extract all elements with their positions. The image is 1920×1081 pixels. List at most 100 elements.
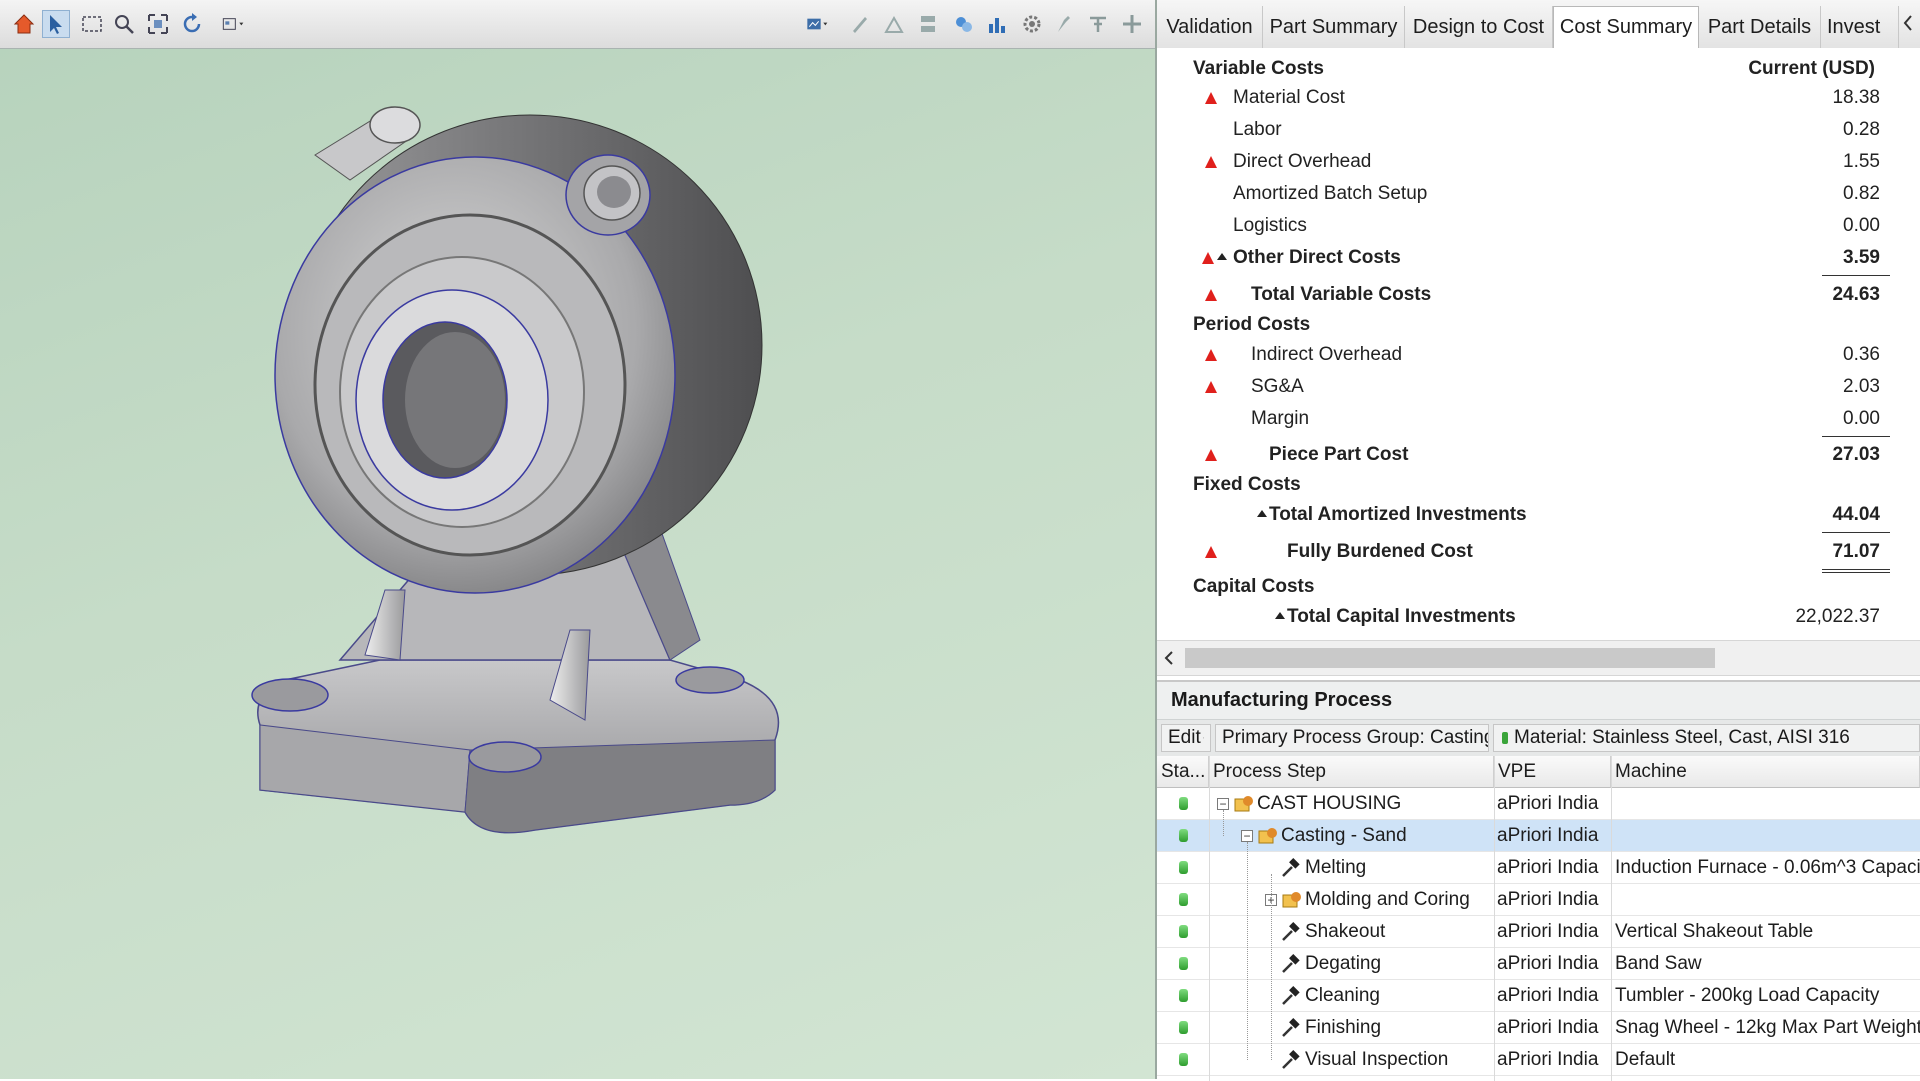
scrollbar-thumb[interactable] — [1185, 648, 1715, 668]
cost-row-total[interactable]: Fully Burdened Cost 71.07 — [1157, 537, 1920, 567]
warning-icon — [1202, 252, 1214, 264]
cost-row[interactable]: Direct Overhead 1.55 — [1157, 147, 1920, 177]
cost-label: Amortized Batch Setup — [1233, 183, 1428, 204]
warning-icon — [1205, 289, 1217, 301]
collapse-icon[interactable]: − — [1241, 830, 1253, 842]
view-options-icon[interactable] — [214, 10, 254, 38]
home-icon[interactable] — [10, 10, 38, 38]
tab-scroll-icon[interactable] — [1901, 10, 1915, 36]
cost-row-expandable[interactable]: Other Direct Costs 3.59 — [1157, 243, 1920, 273]
table-row[interactable]: − CAST HOUSING aPriori India — [1157, 788, 1920, 820]
cost-row-total[interactable]: Total Variable Costs 24.63 — [1157, 280, 1920, 310]
cost-row[interactable]: SG&A 2.03 — [1157, 372, 1920, 402]
manufacturing-process-panel: Manufacturing Process Edit Primary Proce… — [1157, 680, 1920, 1081]
cost-section-heading: Period Costs — [1193, 310, 1883, 340]
cost-section-heading: Capital Costs — [1193, 572, 1883, 602]
cost-value: 0.28 — [1843, 119, 1880, 140]
draft-icon[interactable] — [880, 10, 908, 38]
machine-cell: Snag Wheel - 12kg Max Part Weight — [1615, 1016, 1920, 1038]
status-ok-icon — [1179, 957, 1188, 970]
cost-label: SG&A — [1251, 376, 1304, 397]
process-step-name: Shakeout — [1305, 920, 1386, 942]
section-label: Period Costs — [1193, 314, 1311, 335]
column-header-process-step[interactable]: Process Step — [1209, 756, 1494, 788]
material-status-icon — [1502, 732, 1508, 744]
collapse-icon[interactable]: − — [1217, 798, 1229, 810]
process-step-grid: Sta... Process Step VPE Machine − CAST H… — [1157, 756, 1920, 1081]
vpe-cell: aPriori India — [1497, 824, 1599, 846]
total-double-rule — [1822, 569, 1890, 570]
cost-row[interactable]: Indirect Overhead 0.36 — [1157, 340, 1920, 370]
tab-part-summary[interactable]: Part Summary — [1263, 6, 1405, 48]
display-mode-icon[interactable] — [798, 10, 838, 38]
tab-investments[interactable]: Invest — [1821, 6, 1899, 48]
tree-line — [1223, 810, 1224, 836]
cast-housing-model[interactable] — [230, 100, 950, 900]
3d-viewport[interactable] — [0, 0, 1157, 1079]
cost-row-expandable[interactable]: Total Amortized Investments 44.04 — [1157, 500, 1920, 530]
warning-icon — [1205, 156, 1217, 168]
cost-value: 24.63 — [1832, 284, 1880, 305]
tab-design-to-cost[interactable]: Design to Cost — [1405, 6, 1553, 48]
fit-view-icon[interactable] — [144, 10, 172, 38]
process-step-name: Visual Inspection — [1305, 1048, 1449, 1070]
tab-cost-summary[interactable]: Cost Summary — [1553, 6, 1699, 48]
section-icon[interactable] — [914, 10, 942, 38]
column-label: Process Step — [1213, 760, 1326, 782]
process-group-button[interactable]: Primary Process Group: Casting - Sand — [1215, 724, 1489, 752]
machine-cell: Tumbler - 200kg Load Capacity — [1615, 984, 1880, 1006]
section-label: Capital Costs — [1193, 576, 1315, 597]
process-group-label: Primary Process Group: Casting - Sand — [1222, 727, 1489, 748]
cost-row[interactable]: Logistics 0.00 — [1157, 211, 1920, 241]
column-header-vpe[interactable]: VPE — [1494, 756, 1611, 788]
cost-row[interactable]: Labor 0.28 — [1157, 115, 1920, 145]
cost-value: 1.55 — [1843, 151, 1880, 172]
variable-costs-heading: Variable Costs — [1193, 58, 1324, 79]
cost-value: 0.82 — [1843, 183, 1880, 204]
zoom-icon[interactable] — [110, 10, 138, 38]
process-icon — [1258, 828, 1277, 844]
rotate-icon[interactable] — [178, 10, 206, 38]
cost-header-row: Variable Costs Current (USD) — [1193, 54, 1883, 84]
collapse-caret-icon[interactable] — [1275, 612, 1285, 619]
cost-value: 22,022.37 — [1795, 606, 1880, 627]
hammer-icon — [1282, 858, 1300, 877]
sketch-icon[interactable] — [846, 10, 874, 38]
cost-row-expandable[interactable]: Total Capital Investments 22,022.37 — [1157, 602, 1920, 632]
status-ok-icon — [1179, 861, 1188, 874]
column-separator — [1209, 756, 1210, 1081]
cost-row[interactable]: Material Cost 18.38 — [1157, 83, 1920, 113]
hammer-icon — [1282, 986, 1300, 1005]
warning-icon — [1205, 349, 1217, 361]
tab-part-details[interactable]: Part Details — [1699, 6, 1821, 48]
tab-validation[interactable]: Validation — [1157, 6, 1263, 48]
cost-label: Labor — [1233, 119, 1282, 140]
box-select-icon[interactable] — [78, 10, 106, 38]
status-ok-icon — [1179, 893, 1188, 906]
cost-row-total[interactable]: Piece Part Cost 27.03 — [1157, 440, 1920, 470]
dock-icon[interactable] — [1118, 10, 1146, 38]
edit-label: Edit — [1168, 727, 1201, 748]
column-header-machine[interactable]: Machine — [1611, 756, 1920, 788]
scroll-left-icon[interactable] — [1163, 649, 1175, 672]
horizontal-scrollbar[interactable] — [1157, 640, 1920, 676]
tools-icon[interactable] — [1084, 10, 1112, 38]
status-ok-icon — [1179, 1053, 1188, 1066]
cost-row[interactable]: Amortized Batch Setup 0.82 — [1157, 179, 1920, 209]
collapse-caret-icon[interactable] — [1217, 253, 1227, 260]
chart-icon[interactable] — [984, 10, 1012, 38]
select-arrow-icon[interactable] — [42, 10, 70, 38]
process-step-name: Molding and Coring — [1305, 888, 1470, 910]
pin-icon[interactable] — [1050, 10, 1078, 38]
edit-menu-button[interactable]: Edit — [1161, 724, 1211, 752]
settings-icon[interactable] — [1018, 10, 1046, 38]
vpe-cell: aPriori India — [1497, 1016, 1599, 1038]
cost-label: Direct Overhead — [1233, 151, 1372, 172]
collapse-caret-icon[interactable] — [1257, 510, 1267, 517]
cost-row[interactable]: Margin 0.00 — [1157, 404, 1920, 434]
column-header-status[interactable]: Sta... — [1157, 756, 1209, 788]
material-button[interactable]: Material: Stainless Steel, Cast, AISI 31… — [1493, 724, 1920, 752]
subtotal-rule — [1822, 275, 1890, 276]
features-icon[interactable] — [950, 10, 978, 38]
table-row-selected[interactable]: − Casting - Sand aPriori India — [1157, 820, 1920, 852]
